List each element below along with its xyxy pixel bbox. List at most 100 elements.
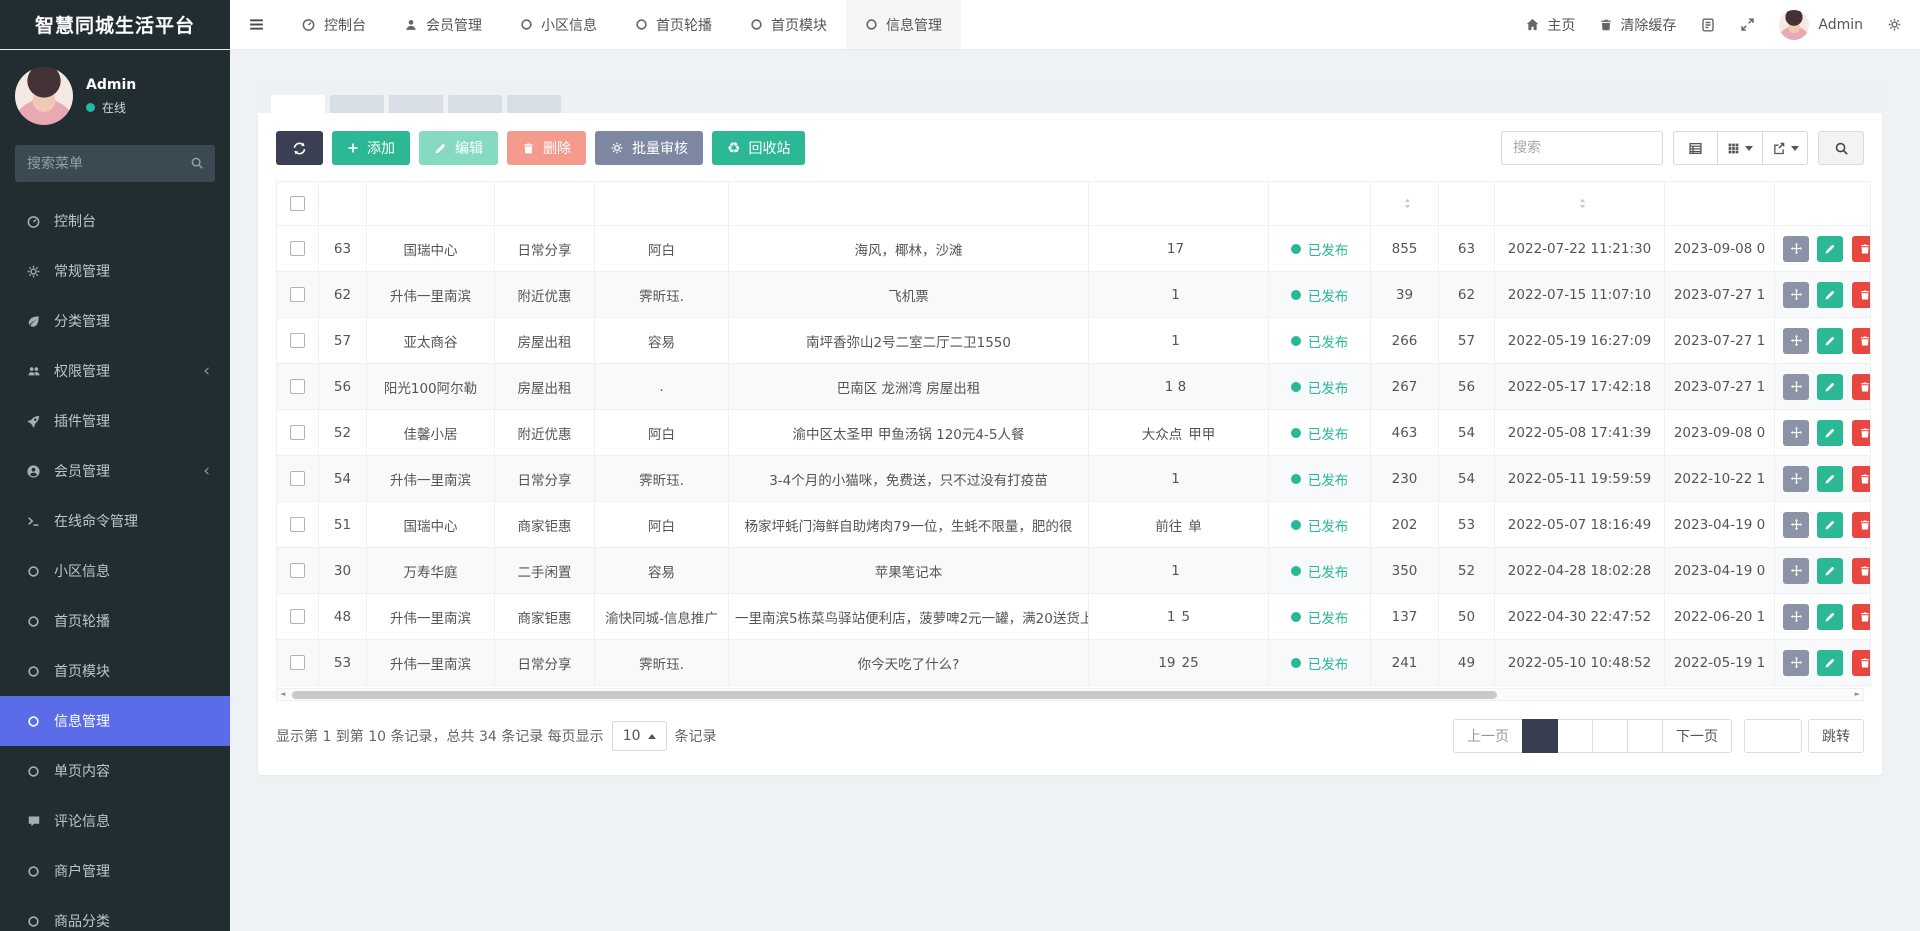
sidebar-item[interactable]: 评论信息 [0,796,230,846]
edit-row-button[interactable] [1817,649,1844,676]
sidebar-item[interactable]: 分类管理 [0,296,230,346]
row-checkbox[interactable] [290,517,305,532]
edit-row-button[interactable] [1817,603,1844,630]
columns-button[interactable] [1718,131,1763,165]
scroll-left-icon[interactable]: ◄ [280,691,285,698]
sidebar-item[interactable]: 插件管理 [0,396,230,446]
page-number-button[interactable] [1592,719,1628,753]
scrollbar-thumb[interactable] [292,691,1498,699]
batch-review-button[interactable]: 批量审核 [595,131,703,165]
topnav-tab[interactable]: 控制台 [282,0,385,49]
move-row-button[interactable] [1783,603,1809,630]
hamburger-menu-button[interactable] [230,0,282,49]
move-row-button[interactable] [1783,235,1809,262]
page-size-select[interactable]: 10 [611,721,667,751]
jump-page-input[interactable] [1744,719,1802,753]
edit-row-button[interactable] [1817,281,1844,308]
sidebar-item[interactable]: 商户管理 [0,846,230,896]
delete-row-button[interactable] [1851,373,1870,400]
delete-row-button[interactable] [1851,465,1870,492]
move-row-button[interactable] [1783,281,1809,308]
edit-row-button[interactable] [1817,327,1844,354]
scroll-right-icon[interactable]: ► [1855,691,1860,698]
sidebar-item[interactable]: 会员管理 ‹ [0,446,230,496]
row-checkbox[interactable] [290,287,305,302]
add-button[interactable]: 添加 [332,131,410,165]
sidebar-item[interactable]: 单页内容 [0,746,230,796]
row-checkbox[interactable] [290,379,305,394]
status-tab[interactable] [271,95,325,113]
row-checkbox[interactable] [290,563,305,578]
edit-row-button[interactable] [1817,511,1844,538]
status-tab[interactable] [330,95,384,113]
delete-row-button[interactable] [1851,649,1870,676]
sidebar-item[interactable]: 权限管理 ‹ [0,346,230,396]
move-row-button[interactable] [1783,373,1809,400]
recycle-bin-button[interactable]: ♻ 回收站 [712,131,806,165]
delete-row-button[interactable] [1851,557,1870,584]
row-checkbox[interactable] [290,471,305,486]
move-row-button[interactable] [1783,327,1809,354]
sidebar-item[interactable]: 首页轮播 [0,596,230,646]
sidebar-item[interactable]: 在线命令管理 [0,496,230,546]
refresh-button[interactable] [276,131,323,165]
delete-row-button[interactable] [1851,235,1870,262]
delete-button[interactable]: 删除 [507,131,586,165]
row-checkbox[interactable] [290,333,305,348]
move-row-button[interactable] [1783,465,1809,492]
sidebar-search-input[interactable] [15,145,215,182]
delete-row-button[interactable] [1851,281,1870,308]
topnav-tab[interactable]: 会员管理 [385,0,501,49]
row-checkbox[interactable] [290,655,305,670]
edit-button[interactable]: 编辑 [419,131,498,165]
delete-row-button[interactable] [1851,511,1870,538]
horizontal-scrollbar[interactable]: ◄ ► [276,688,1864,701]
page-number-button[interactable] [1557,719,1593,753]
page-number-button[interactable] [1522,719,1558,753]
export-button[interactable] [1763,131,1808,165]
move-row-button[interactable] [1783,649,1809,676]
edit-row-button[interactable] [1817,465,1844,492]
sidebar-item[interactable]: 常规管理 [0,246,230,296]
user-menu[interactable]: Admin [1779,9,1863,40]
sort-icon[interactable] [1403,197,1412,210]
sidebar-item[interactable]: 小区信息 [0,546,230,596]
select-all-checkbox[interactable] [290,196,305,211]
move-row-button[interactable] [1783,511,1809,538]
edit-row-button[interactable] [1817,419,1844,446]
topnav-tab[interactable]: 首页模块 [731,0,846,49]
delete-row-button[interactable] [1851,603,1870,630]
log-button[interactable] [1700,17,1716,33]
move-row-button[interactable] [1783,557,1809,584]
page-number-button[interactable] [1627,719,1663,753]
table-search-input[interactable] [1501,131,1663,165]
status-tab[interactable] [389,95,443,113]
topnav-tab[interactable]: 小区信息 [501,0,616,49]
clear-cache-link[interactable]: 清除缓存 [1599,15,1676,35]
row-checkbox[interactable] [290,241,305,256]
delete-row-button[interactable] [1851,327,1870,354]
edit-row-button[interactable] [1817,235,1844,262]
sidebar-item[interactable]: 控制台 [0,196,230,246]
home-link[interactable]: 主页 [1525,15,1575,35]
fullscreen-button[interactable] [1740,17,1755,32]
next-page-button[interactable]: 下一页 [1662,719,1732,753]
edit-row-button[interactable] [1817,373,1844,400]
detail-view-button[interactable] [1673,131,1718,165]
status-tab[interactable] [448,95,502,113]
row-checkbox[interactable] [290,609,305,624]
sidebar-item[interactable]: 商品分类 [0,896,230,931]
topnav-tab[interactable]: 信息管理 [846,0,961,49]
sort-icon[interactable] [1578,197,1587,210]
search-button[interactable] [1818,131,1864,165]
jump-button[interactable]: 跳转 [1808,719,1864,753]
settings-button[interactable] [1887,17,1902,32]
prev-page-button[interactable]: 上一页 [1453,719,1523,753]
row-checkbox[interactable] [290,425,305,440]
topnav-tab[interactable]: 首页轮播 [616,0,731,49]
sidebar-item[interactable]: 首页模块 [0,646,230,696]
move-row-button[interactable] [1783,419,1809,446]
edit-row-button[interactable] [1817,557,1844,584]
status-tab[interactable] [507,95,561,113]
sidebar-item[interactable]: 信息管理 [0,696,230,746]
